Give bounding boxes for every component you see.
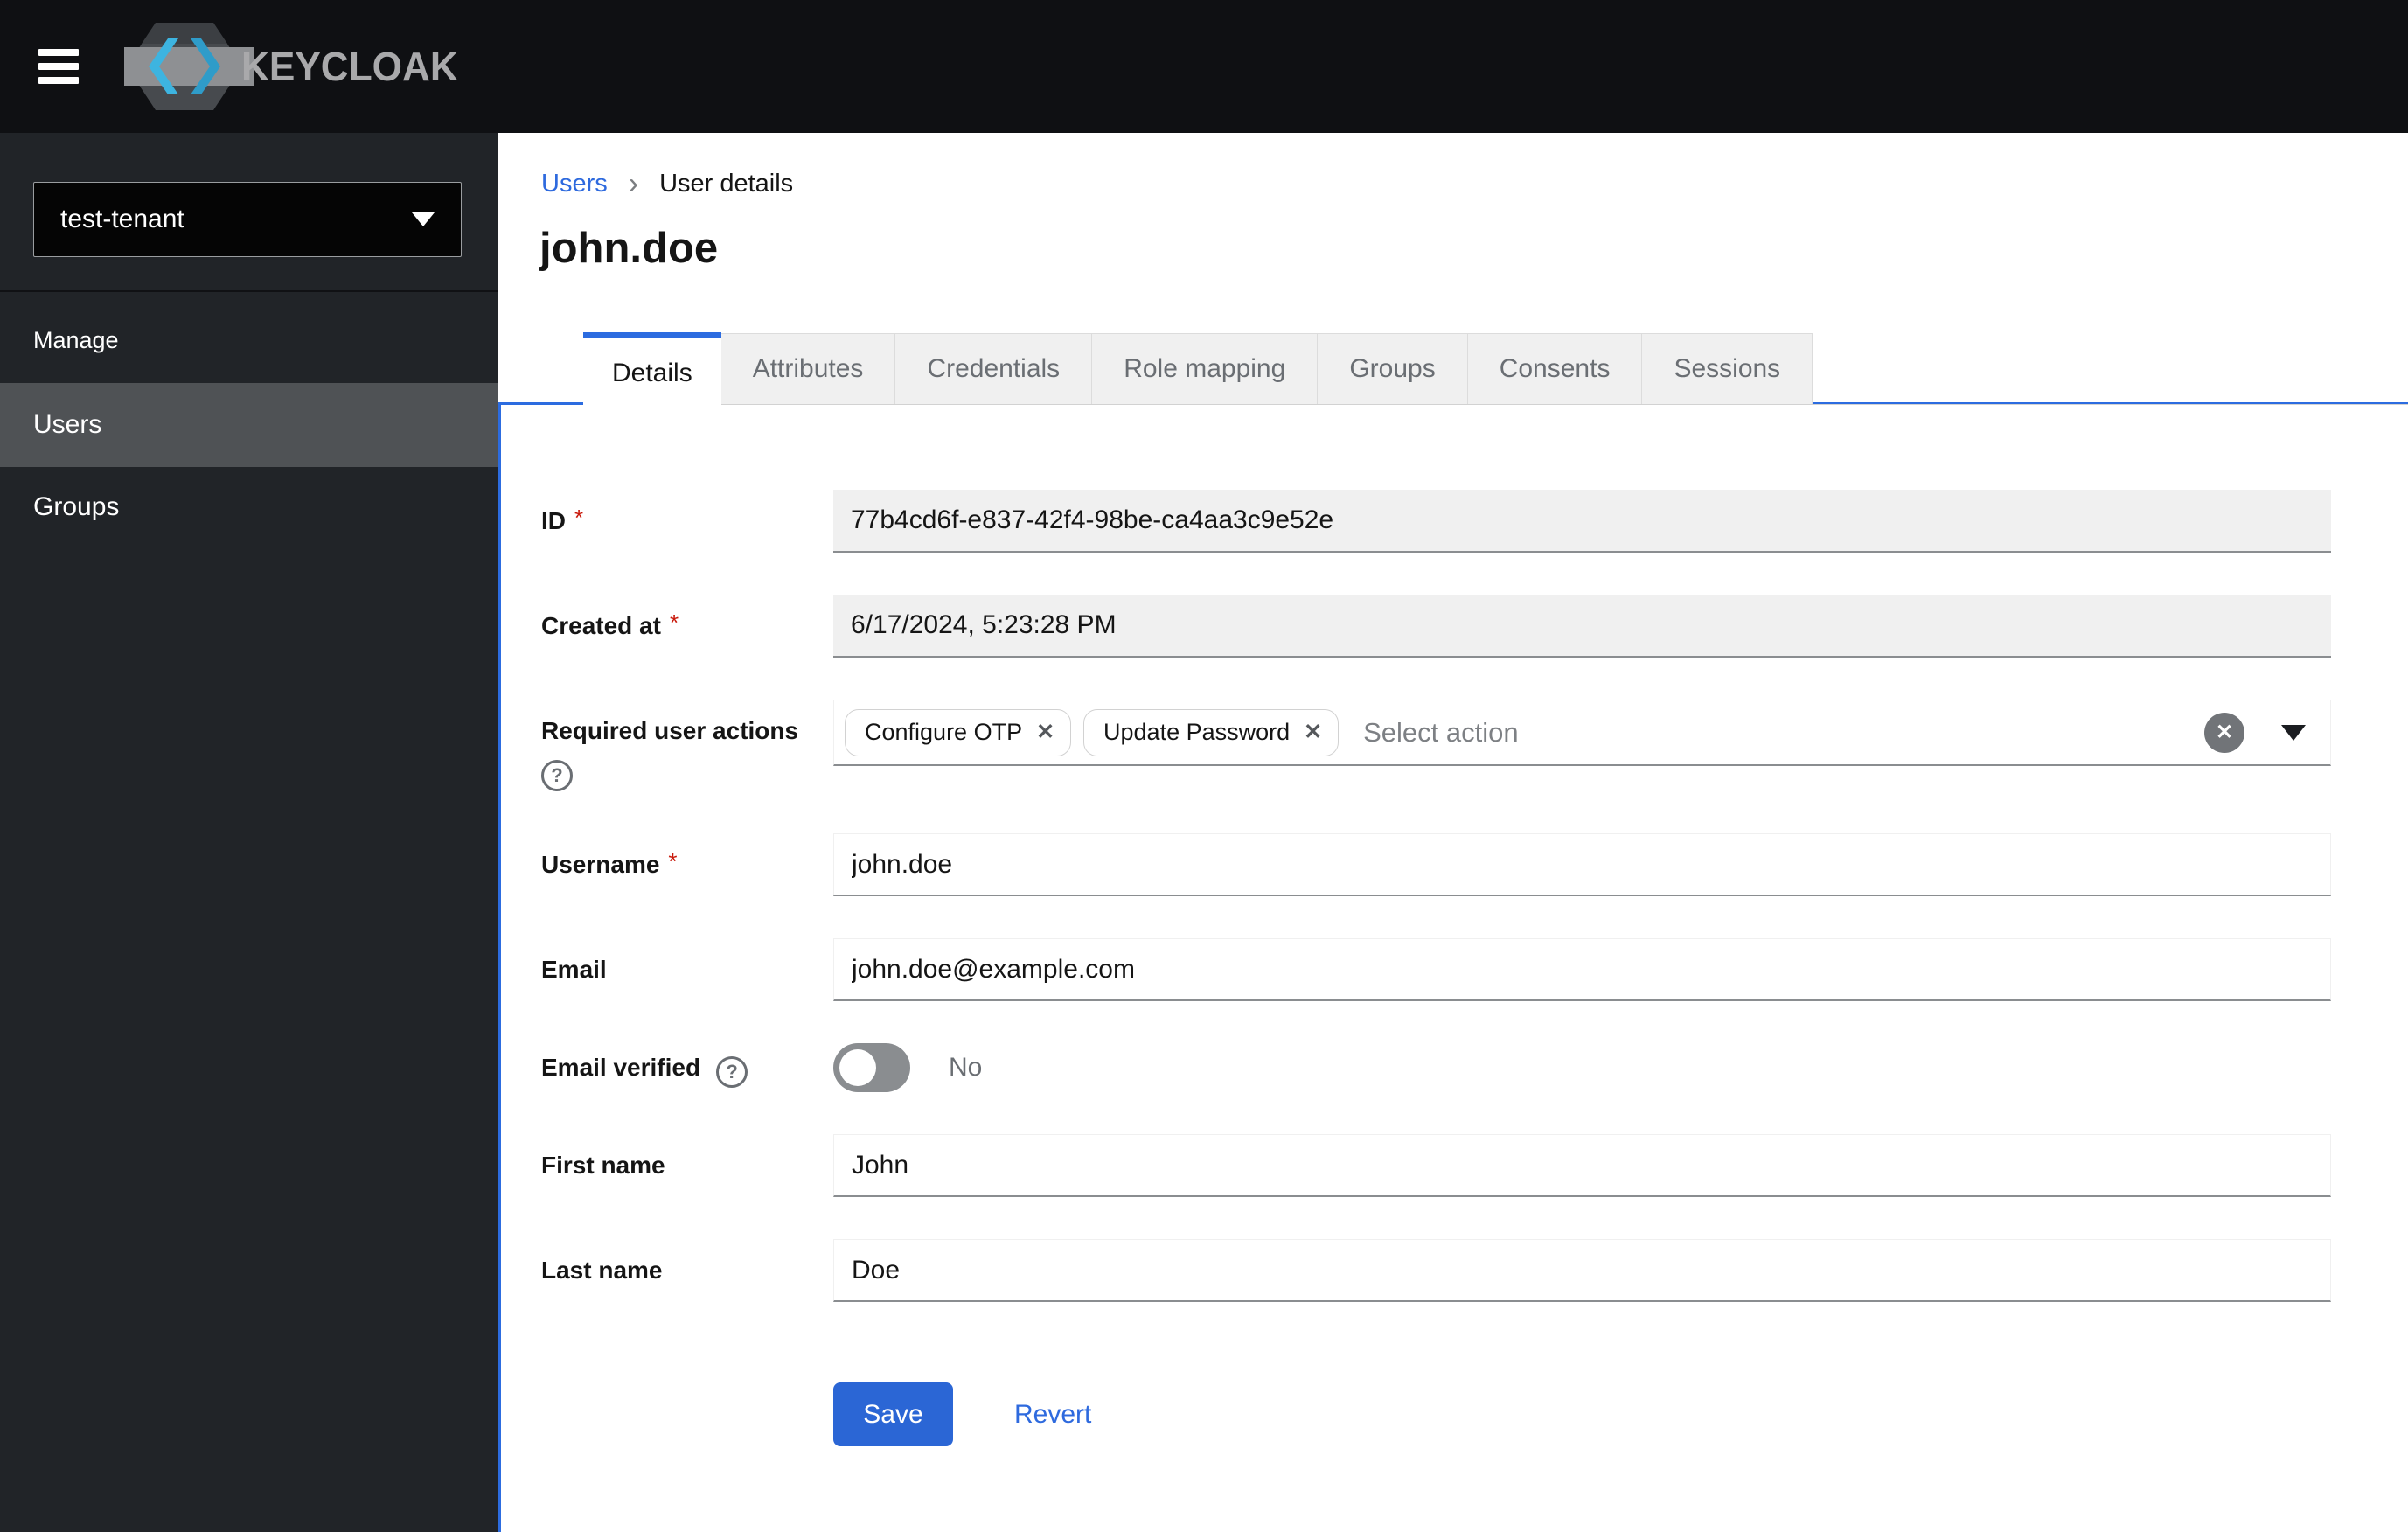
tab-consents[interactable]: Consents	[1466, 333, 1642, 404]
tab-role-mapping[interactable]: Role mapping	[1091, 333, 1318, 404]
email-verified-label: Email verified	[541, 1054, 701, 1081]
last-name-label: Last name	[541, 1257, 663, 1284]
keycloak-logo-icon	[124, 23, 254, 110]
tab-sessions[interactable]: Sessions	[1641, 333, 1813, 404]
sidebar-item-users[interactable]: Users	[0, 383, 498, 467]
sidebar-divider	[0, 290, 498, 292]
sidebar-item-label: Users	[33, 410, 102, 439]
email-verified-state: No	[949, 1053, 983, 1082]
breadcrumb: Users › User details	[541, 167, 794, 200]
form-row-username: Username *	[541, 833, 2331, 896]
hamburger-menu-icon[interactable]	[38, 49, 79, 84]
help-icon[interactable]: ?	[541, 760, 573, 791]
sidebar-item-groups[interactable]: Groups	[0, 467, 498, 547]
details-tab-panel: ID * Created at * Required user actions ?	[498, 402, 2408, 1532]
chip-remove-icon[interactable]: ✕	[1304, 721, 1322, 743]
form-row-first-name: First name	[541, 1134, 2331, 1197]
form-row-required-user-actions: Required user actions ? Configure OTP ✕ …	[541, 700, 2331, 791]
username-field[interactable]	[833, 833, 2331, 896]
created-at-field[interactable]	[833, 595, 2331, 658]
id-field[interactable]	[833, 490, 2331, 553]
breadcrumb-users-link[interactable]: Users	[541, 170, 608, 198]
tab-credentials[interactable]: Credentials	[894, 333, 1092, 404]
email-field[interactable]	[833, 938, 2331, 1001]
form-row-email: Email	[541, 938, 2331, 1001]
clear-selections-icon[interactable]: ✕	[2204, 712, 2244, 753]
brand-wordmark: KEYCLOAK	[241, 44, 458, 89]
required-asterisk: *	[669, 609, 679, 636]
form-row-last-name: Last name	[541, 1239, 2331, 1302]
tab-groups[interactable]: Groups	[1317, 333, 1467, 404]
form-actions: Save Revert	[833, 1382, 2331, 1446]
nav-section-manage: Manage	[33, 327, 119, 353]
select-caret-down-icon[interactable]	[2281, 724, 2306, 741]
required-user-actions-label: Required user actions	[541, 717, 799, 744]
chip-update-password: Update Password ✕	[1083, 708, 1340, 756]
select-action-input[interactable]	[1363, 706, 2204, 759]
username-label: Username	[541, 851, 660, 878]
first-name-label: First name	[541, 1152, 665, 1179]
sidebar-nav: test-tenant Manage Users Groups	[0, 133, 498, 1532]
realm-selector[interactable]: test-tenant	[33, 182, 462, 257]
first-name-field[interactable]	[833, 1134, 2331, 1197]
chip-remove-icon[interactable]: ✕	[1036, 721, 1054, 743]
last-name-field[interactable]	[833, 1239, 2331, 1302]
form-row-created-at: Created at *	[541, 595, 2331, 658]
realm-selector-value: test-tenant	[60, 205, 184, 233]
sidebar-item-label: Groups	[33, 492, 120, 521]
revert-link[interactable]: Revert	[1014, 1400, 1091, 1430]
breadcrumb-current: User details	[659, 170, 794, 198]
id-label: ID	[541, 507, 566, 534]
required-user-actions-select[interactable]: Configure OTP ✕ Update Password ✕ ✕	[833, 700, 2331, 766]
form-row-id: ID *	[541, 490, 2331, 553]
masthead: KEYCLOAK	[0, 0, 2408, 133]
save-button[interactable]: Save	[833, 1382, 953, 1446]
tab-attributes[interactable]: Attributes	[720, 333, 895, 404]
help-icon[interactable]: ?	[716, 1056, 748, 1088]
email-verified-toggle[interactable]	[833, 1043, 910, 1092]
toggle-knob	[839, 1049, 876, 1086]
email-label: Email	[541, 956, 607, 983]
caret-down-icon	[412, 212, 435, 226]
page-title: john.doe	[539, 225, 719, 272]
main-content: Users › User details john.doe Details At…	[498, 133, 2408, 1532]
created-at-label: Created at	[541, 612, 661, 639]
tab-details[interactable]: Details	[583, 332, 721, 408]
form-row-email-verified: Email verified ? No	[541, 1043, 2331, 1092]
breadcrumb-separator-icon: ›	[628, 167, 639, 200]
user-detail-tabs: Details Attributes Credentials Role mapp…	[583, 332, 2408, 408]
keycloak-brand[interactable]: KEYCLOAK	[122, 14, 467, 119]
required-asterisk: *	[574, 505, 584, 531]
chip-configure-otp: Configure OTP ✕	[845, 708, 1072, 756]
required-asterisk: *	[668, 848, 678, 874]
